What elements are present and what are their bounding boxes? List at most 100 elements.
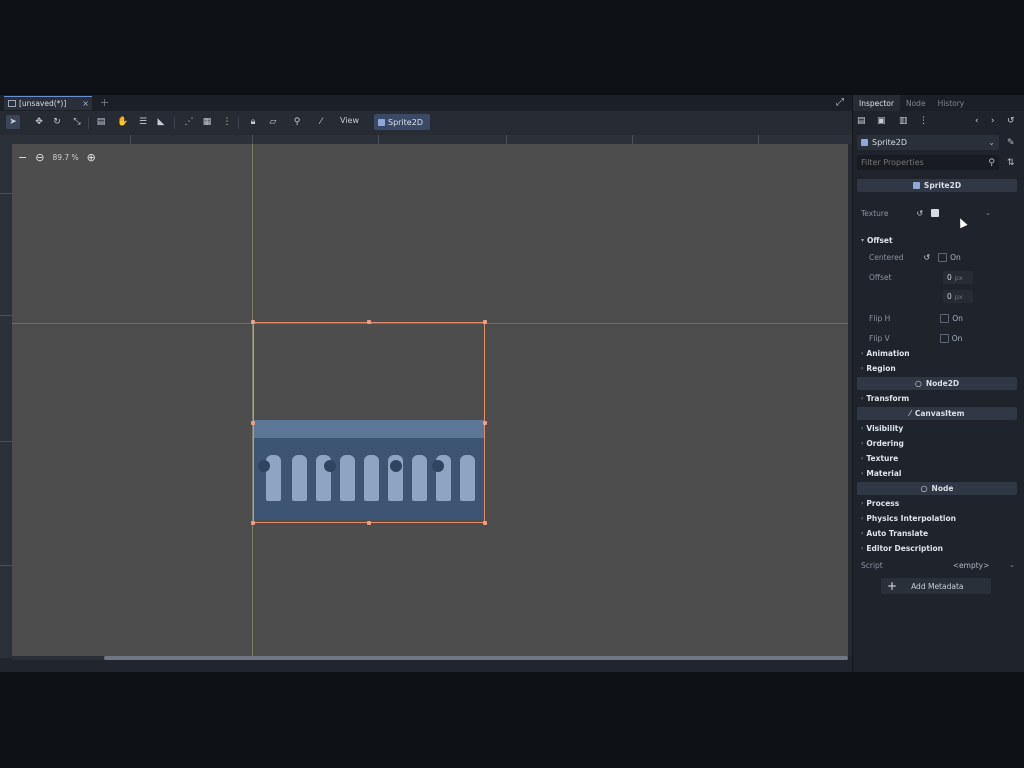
history-back-icon[interactable]: ‹ xyxy=(975,116,979,126)
tab-inspector[interactable]: Inspector xyxy=(853,95,900,111)
scene-tab[interactable]: [unsaved(*)] × xyxy=(4,96,92,110)
lock-icon[interactable]: 🔒︎ xyxy=(246,115,260,129)
centered-value: On xyxy=(950,252,961,262)
select-icon[interactable]: ➤ xyxy=(6,115,20,129)
flip-v-checkbox[interactable]: On xyxy=(939,333,962,343)
chevron-down-icon[interactable]: ⌄ xyxy=(985,209,991,217)
prop-flip-h-label: Flip H xyxy=(869,313,891,323)
zoom-out-button[interactable]: − xyxy=(18,151,27,164)
grid-icon[interactable]: ▦ xyxy=(200,115,214,129)
resize-handle[interactable] xyxy=(251,421,255,425)
group-physics-interpolation-label: Physics Interpolation xyxy=(866,514,956,523)
flip-h-checkbox[interactable]: On xyxy=(940,313,963,323)
prop-texture[interactable]: Texture ↺ ⌄ xyxy=(861,206,1019,220)
revert-icon[interactable]: ↺ xyxy=(916,209,923,218)
prop-script[interactable]: Script <empty> ⌄ xyxy=(861,558,1019,572)
group-material[interactable]: › Material xyxy=(861,469,902,478)
chevron-down-icon[interactable]: ⌄ xyxy=(1009,561,1015,569)
sort-icon[interactable]: ⇅ xyxy=(1007,158,1015,168)
group-ordering[interactable]: › Ordering xyxy=(861,439,904,448)
group-editor-description[interactable]: › Editor Description xyxy=(861,544,943,553)
close-icon[interactable]: × xyxy=(82,99,89,108)
scale-icon[interactable]: ⤡ xyxy=(70,115,84,129)
selection-rect[interactable] xyxy=(253,322,485,523)
pan-icon[interactable]: ✋ xyxy=(116,115,130,129)
snap-icon[interactable]: ⋰ xyxy=(182,115,196,129)
more-icon[interactable]: ⋮ xyxy=(220,115,234,129)
sprite2d-icon xyxy=(912,182,920,189)
zoom-level[interactable]: 89.7 % xyxy=(52,153,78,162)
group-visibility[interactable]: › Visibility xyxy=(861,424,903,433)
group-icon[interactable]: ▱ xyxy=(266,115,280,129)
history-icon[interactable]: ↺ xyxy=(1007,116,1015,126)
load-resource-icon[interactable]: ▣ xyxy=(877,116,886,126)
tab-history[interactable]: History xyxy=(932,95,971,111)
prop-flip-v[interactable]: Flip V On xyxy=(869,331,1024,345)
resize-handle[interactable] xyxy=(367,320,371,324)
group-material-label: Material xyxy=(866,469,902,478)
resize-handle[interactable] xyxy=(483,421,487,425)
resize-handle[interactable] xyxy=(483,320,487,324)
centered-checkbox[interactable]: On xyxy=(938,252,961,262)
group-region[interactable]: › Region xyxy=(861,364,896,373)
list-icon[interactable]: ☰ xyxy=(136,115,150,129)
zoom-minus-icon[interactable]: ⊖ xyxy=(35,151,44,164)
filter-properties-input[interactable] xyxy=(861,158,979,167)
fullscreen-icon[interactable]: ⤢ xyxy=(836,97,844,108)
section-canvasitem[interactable]: ⁄ CanvasItem xyxy=(857,407,1017,420)
ruler-left[interactable] xyxy=(0,135,12,658)
move-icon[interactable]: ✥ xyxy=(32,115,46,129)
node2d-icon: ○ xyxy=(914,379,922,388)
add-tab-button[interactable]: + xyxy=(100,96,109,109)
section-sprite2d[interactable]: Sprite2D xyxy=(857,179,1017,192)
group-transform[interactable]: › Transform xyxy=(861,394,909,403)
group-auto-translate[interactable]: › Auto Translate xyxy=(861,529,928,538)
canvas-toolbar: ➤ ✥ ↻ ⤡ ▤ ✋ ☰ ◣ ⋰ ▦ ⋮ 🔒︎ ▱ ⚲ ⁄ View Spri… xyxy=(0,111,852,135)
resize-handle[interactable] xyxy=(483,521,487,525)
more-icon[interactable]: ⋮ xyxy=(919,116,928,126)
prop-flip-v-label: Flip V xyxy=(869,333,890,343)
doc-icon[interactable]: ✎ xyxy=(1007,138,1015,148)
bone-icon[interactable]: ⚲ xyxy=(290,115,304,129)
inspector-dock: Inspector Node History ▤ ▣ ▥ ⋮ ‹ › ↺ Spr… xyxy=(852,95,1024,672)
group-process[interactable]: › Process xyxy=(861,499,899,508)
section-node[interactable]: ○ Node xyxy=(857,482,1017,495)
scene-tab-bar: [unsaved(*)] × + ⤢ xyxy=(0,95,852,111)
sprite2d-menu[interactable]: Sprite2D xyxy=(374,114,430,130)
camera-icon[interactable]: ⁄ xyxy=(314,115,328,129)
group-animation[interactable]: › Animation xyxy=(861,349,910,358)
group-offset[interactable]: ▾ Offset xyxy=(861,236,893,245)
offset-x-field[interactable]: 0 px xyxy=(943,271,973,284)
horizontal-scrollbar[interactable] xyxy=(12,656,848,660)
offset-y-field[interactable]: 0 px xyxy=(943,290,973,303)
revert-icon[interactable]: ↺ xyxy=(923,253,930,262)
resize-handle[interactable] xyxy=(367,521,371,525)
object-selector[interactable]: Sprite2D ⌄ xyxy=(857,135,999,150)
texture-load-icon[interactable] xyxy=(931,209,940,217)
rotate-icon[interactable]: ↻ xyxy=(50,115,64,129)
group-texture[interactable]: › Texture xyxy=(861,454,898,463)
group-physics-interpolation[interactable]: › Physics Interpolation xyxy=(861,514,956,523)
prop-centered-label: Centered xyxy=(869,252,904,262)
add-metadata-button[interactable]: + Add Metadata xyxy=(881,578,991,594)
node-icon: ○ xyxy=(920,484,928,493)
view-menu[interactable]: View xyxy=(340,116,359,125)
group-editor-description-label: Editor Description xyxy=(866,544,944,553)
resize-handle[interactable] xyxy=(251,320,255,324)
section-node2d[interactable]: ○ Node2D xyxy=(857,377,1017,390)
prop-flip-h[interactable]: Flip H On xyxy=(869,311,1024,325)
group-animation-label: Animation xyxy=(866,349,910,358)
zoom-controls: − ⊖ 89.7 % ⊕ xyxy=(18,151,96,164)
resize-handle[interactable] xyxy=(251,521,255,525)
new-resource-icon[interactable]: ▤ xyxy=(857,116,866,126)
zoom-in-button[interactable]: ⊕ xyxy=(87,151,96,164)
ruler-icon[interactable]: ▤ xyxy=(94,115,108,129)
pivot-icon[interactable]: ◣ xyxy=(154,115,168,129)
ruler-top[interactable] xyxy=(12,135,852,144)
save-resource-icon[interactable]: ▥ xyxy=(899,116,908,126)
tab-node[interactable]: Node xyxy=(900,95,932,111)
history-forward-icon[interactable]: › xyxy=(991,116,995,126)
add-metadata-label: Add Metadata xyxy=(911,581,964,591)
canvas-viewport[interactable]: − ⊖ 89.7 % ⊕ xyxy=(12,144,848,656)
prop-centered[interactable]: Centered ↺ On xyxy=(869,250,1024,264)
